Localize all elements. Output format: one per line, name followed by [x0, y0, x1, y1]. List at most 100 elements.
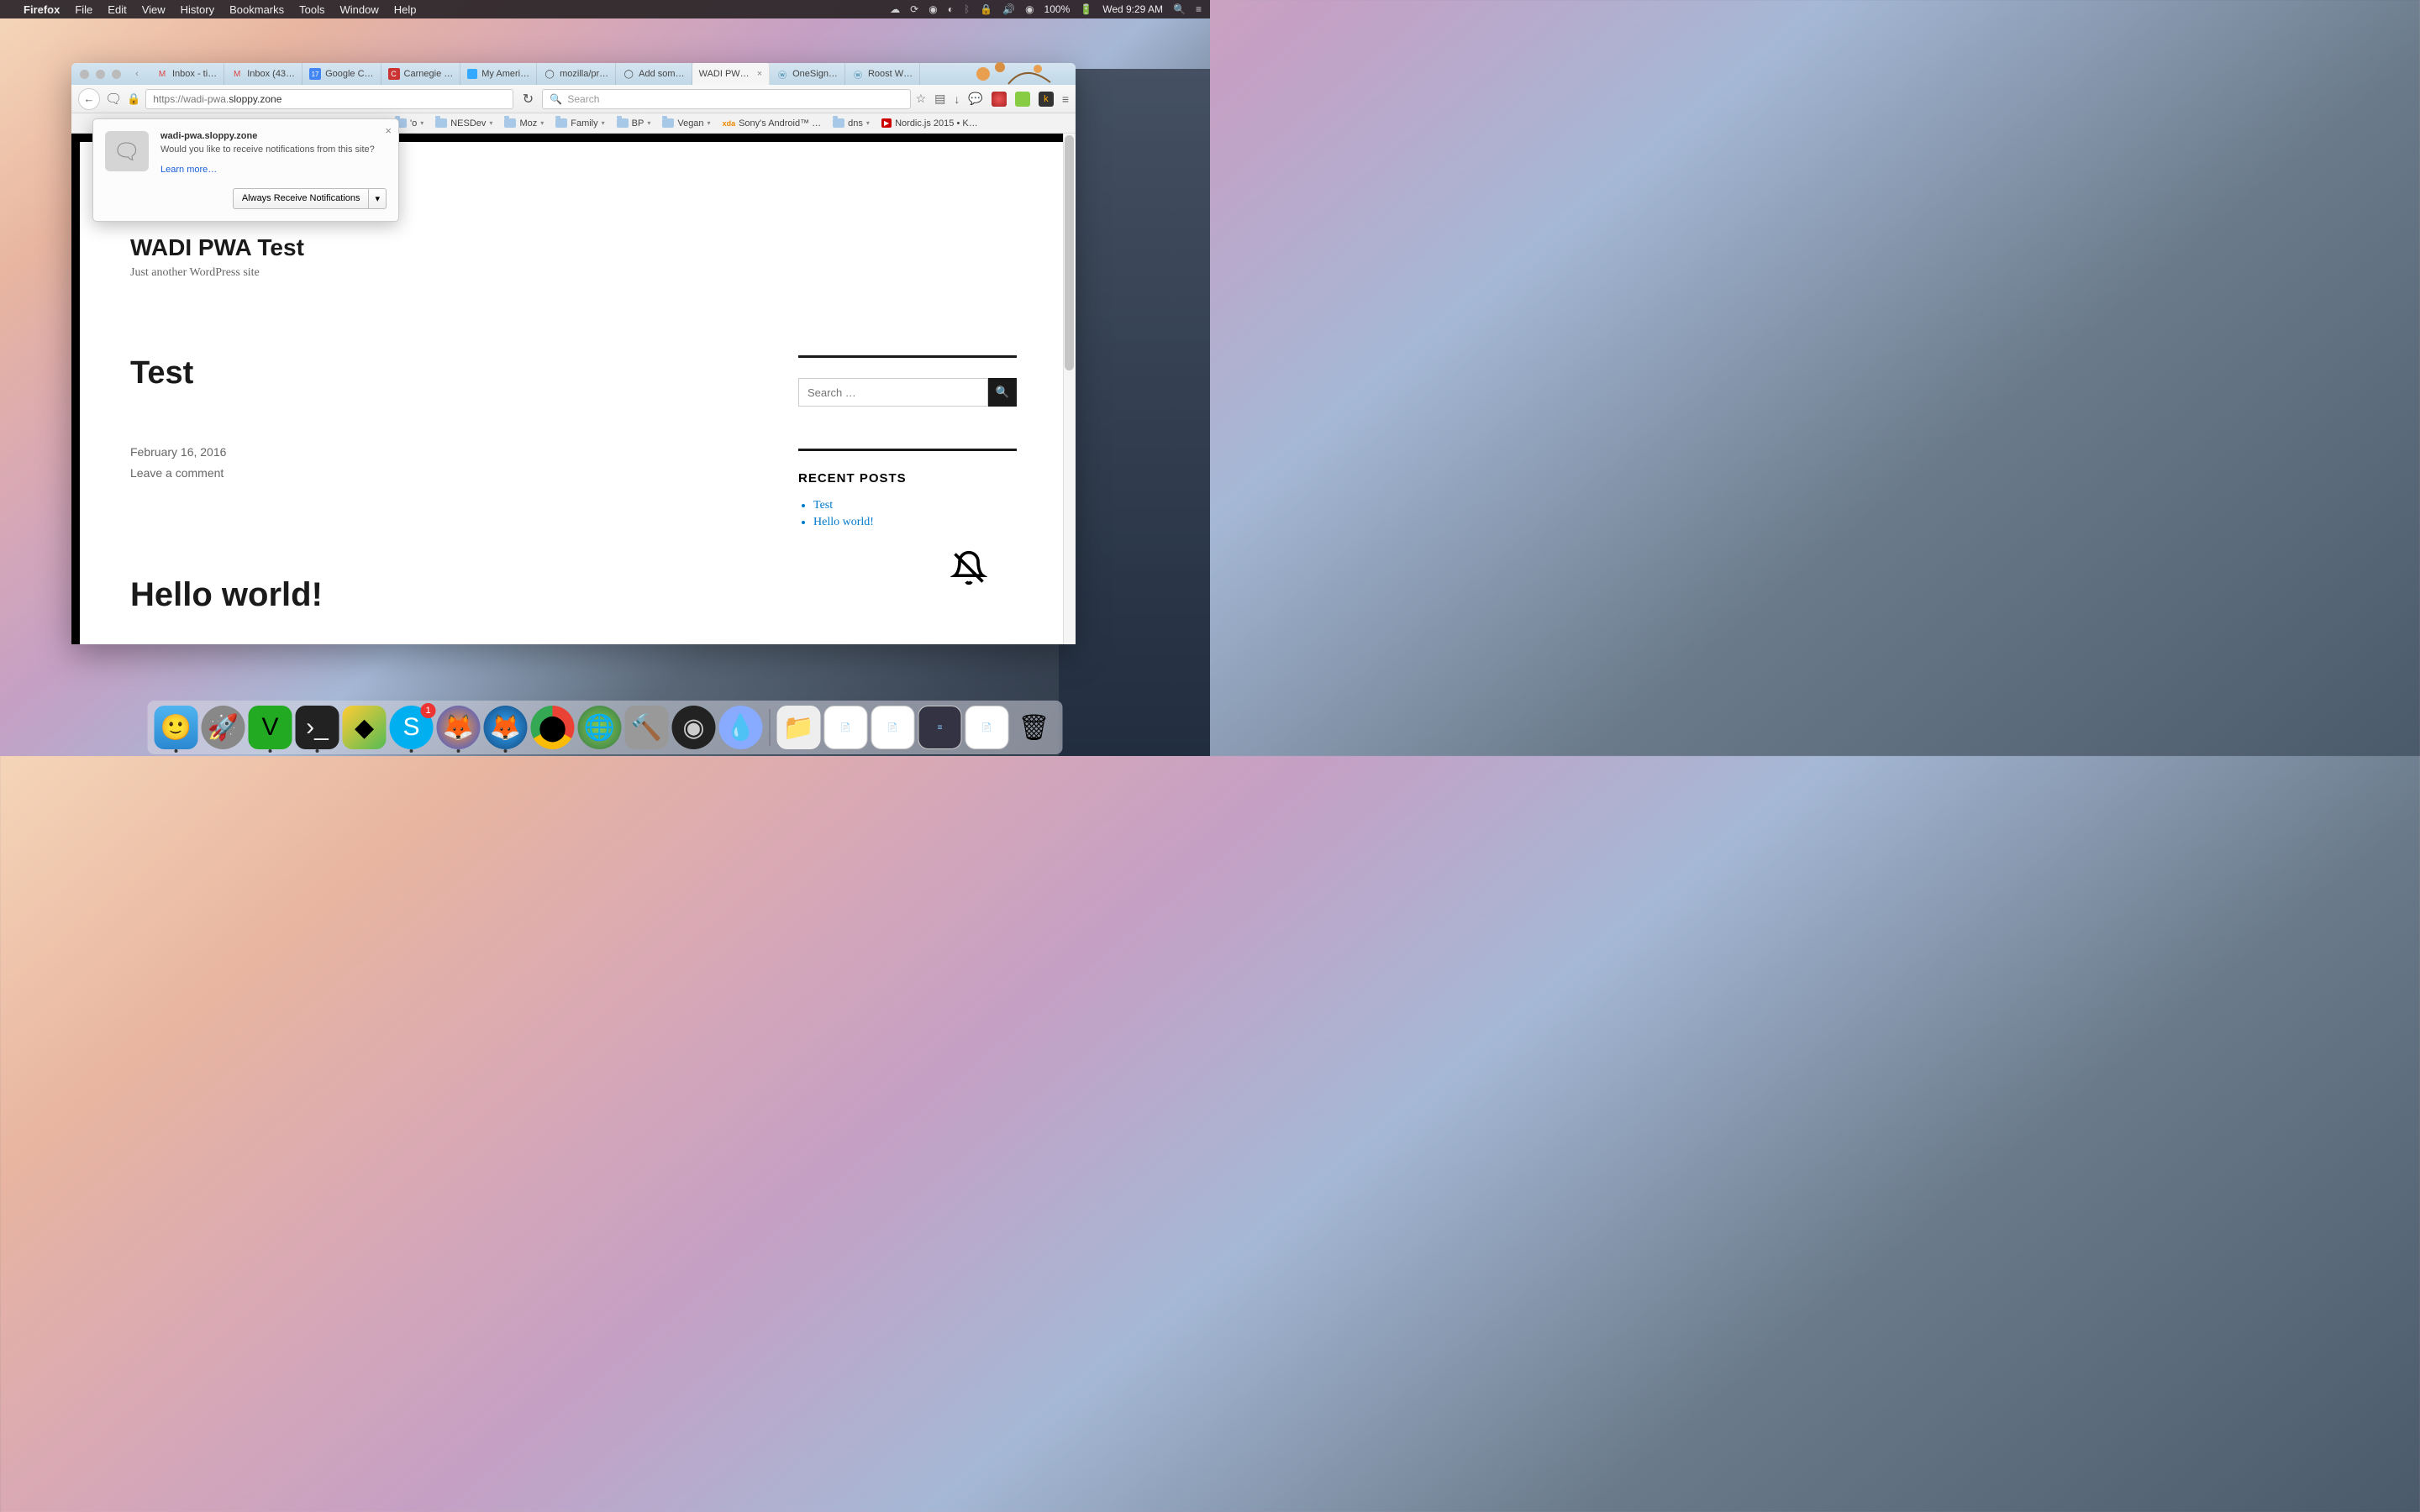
dock-skype[interactable]: S1: [390, 706, 434, 749]
tab-ameri[interactable]: My Ameri…: [460, 63, 537, 85]
tab-mozilla[interactable]: ◯mozilla/pr…: [537, 63, 616, 85]
battery-percent[interactable]: 100%: [1044, 3, 1071, 15]
bookmark-folder[interactable]: BP▾: [617, 118, 651, 129]
notification-learn-more-link[interactable]: Learn more…: [160, 165, 217, 175]
tab-wadi-pwa[interactable]: WADI PW…×: [692, 63, 771, 85]
sync-icon[interactable]: ◉: [929, 3, 937, 15]
menu-history[interactable]: History: [181, 3, 214, 16]
chevron-down-icon: ▾: [866, 119, 870, 127]
url-prefix: https://wadi-pwa.: [153, 93, 229, 105]
bookmark-folder[interactable]: Moz▾: [504, 118, 544, 129]
backup-icon[interactable]: ◐: [948, 3, 954, 15]
menu-bookmarks[interactable]: Bookmarks: [229, 3, 284, 16]
scrollbar-track[interactable]: [1063, 134, 1076, 644]
dock-doc-2[interactable]: 📄: [871, 706, 915, 749]
dock-doc-1[interactable]: 📄: [824, 706, 868, 749]
dock-firefox[interactable]: 🦊: [437, 706, 481, 749]
bookmark-xda[interactable]: xdaSony's Android™ …: [723, 118, 822, 129]
volume-icon[interactable]: 🔊: [1002, 3, 1015, 15]
recent-post-link[interactable]: Hello world!: [813, 516, 1017, 529]
sidebar-search-input[interactable]: [798, 378, 988, 407]
tab-label: Google C…: [325, 69, 373, 79]
zoom-window-icon[interactable]: [112, 70, 121, 79]
cloud-icon[interactable]: ☁: [890, 3, 900, 15]
always-receive-button[interactable]: Always Receive Notifications: [233, 188, 369, 209]
tab-inbox-1[interactable]: MInbox - ti…: [150, 63, 224, 85]
bookmark-folder[interactable]: NESDev▾: [435, 118, 492, 129]
comment-ext-icon[interactable]: 💬: [968, 92, 982, 106]
dock-vim[interactable]: V: [249, 706, 292, 749]
bookmark-folder[interactable]: dns▾: [833, 118, 870, 129]
reader-icon[interactable]: ▤: [934, 92, 945, 106]
post-comment-link[interactable]: Leave a comment: [130, 463, 731, 484]
search-bar[interactable]: 🔍 Search: [542, 89, 910, 109]
menu-file[interactable]: File: [75, 3, 92, 16]
bluetooth-icon[interactable]: ᛒ: [964, 3, 970, 15]
scrollbar-thumb[interactable]: [1065, 135, 1074, 370]
bookmark-folder[interactable]: 'o▾: [395, 118, 424, 129]
tab-onesign[interactable]: ⓦOneSign…: [770, 63, 845, 85]
menu-window[interactable]: Window: [340, 3, 379, 16]
ext-k-icon[interactable]: k: [1039, 92, 1054, 107]
post-date[interactable]: February 16, 2016: [130, 442, 731, 463]
minimize-window-icon[interactable]: [96, 70, 105, 79]
tab-scroll-left-icon[interactable]: ‹: [129, 66, 145, 81]
dock-trash[interactable]: 🗑: [1013, 706, 1056, 749]
sidebar-search: 🔍: [798, 378, 1017, 407]
dock-drop[interactable]: 💧: [719, 706, 763, 749]
back-button[interactable]: ←: [78, 88, 100, 110]
window-traffic-lights[interactable]: [71, 70, 129, 79]
battery-icon[interactable]: 🔋: [1080, 3, 1092, 15]
bookmark-star-icon[interactable]: ☆: [916, 92, 927, 106]
notification-options-dropdown[interactable]: ▾: [368, 188, 387, 209]
bookmark-folder[interactable]: Family▾: [555, 118, 604, 129]
url-bar[interactable]: https://wadi-pwa.sloppy.zone: [145, 89, 513, 109]
dock-terminal[interactable]: ›_: [296, 706, 339, 749]
dock-chrome[interactable]: ⬤: [531, 706, 575, 749]
bookmark-youtube[interactable]: ▶Nordic.js 2015 • K…: [881, 118, 978, 129]
spotlight-icon[interactable]: 🔍: [1173, 3, 1186, 15]
menubar-app-name[interactable]: Firefox: [24, 3, 60, 16]
dock-xcode[interactable]: 🔨: [625, 706, 669, 749]
dock-doc-4[interactable]: 📄: [965, 706, 1009, 749]
popup-close-icon[interactable]: ×: [385, 124, 392, 137]
tab-roost[interactable]: ⓦRoost W…: [845, 63, 920, 85]
notification-center-icon[interactable]: ≡: [1196, 3, 1202, 15]
menu-view[interactable]: View: [142, 3, 166, 16]
permission-indicator-icon[interactable]: 🗨: [105, 91, 122, 108]
reload-button[interactable]: ↻: [518, 91, 537, 108]
dock-doc-3[interactable]: ≡: [918, 706, 962, 749]
menu-edit[interactable]: Edit: [108, 3, 126, 16]
tab-gcal[interactable]: 17Google C…: [302, 63, 381, 85]
bookmark-folder[interactable]: Vegan▾: [662, 118, 710, 129]
menu-help[interactable]: Help: [394, 3, 417, 16]
wifi-icon[interactable]: ◉: [1025, 3, 1034, 15]
menubar-clock[interactable]: Wed 9:29 AM: [1102, 3, 1163, 15]
mute-bell-icon[interactable]: [950, 549, 987, 586]
sidebar-search-button[interactable]: 🔍: [988, 378, 1017, 407]
updates-icon[interactable]: ⟳: [910, 3, 918, 15]
downloads-icon[interactable]: ↓: [954, 92, 960, 106]
tab-add-some[interactable]: ◯Add som…: [616, 63, 692, 85]
ext-green-icon[interactable]: [1015, 92, 1030, 107]
dock-steam[interactable]: ◉: [672, 706, 716, 749]
post-title[interactable]: Hello world!: [130, 576, 731, 614]
ext-red-icon[interactable]: [992, 92, 1007, 107]
tab-close-icon[interactable]: ×: [757, 69, 762, 79]
dock-launchpad[interactable]: 🚀: [202, 706, 245, 749]
dock-app-yellow[interactable]: ◆: [343, 706, 387, 749]
dock-downloads[interactable]: 📁: [777, 706, 821, 749]
hamburger-menu-icon[interactable]: ≡: [1062, 92, 1069, 106]
dock-finder[interactable]: 🙂: [155, 706, 198, 749]
recent-post-link[interactable]: Test: [813, 499, 1017, 512]
site-title[interactable]: WADI PWA Test: [130, 234, 1017, 261]
dock-firefox-dev[interactable]: 🦊: [484, 706, 528, 749]
close-window-icon[interactable]: [80, 70, 89, 79]
dock-globe-app[interactable]: 🌐: [578, 706, 622, 749]
lock-icon[interactable]: 🔒: [980, 3, 992, 15]
post-title[interactable]: Test: [130, 355, 731, 391]
tab-carnegie[interactable]: CCarnegie …: [381, 63, 461, 85]
tab-inbox-2[interactable]: MInbox (43…: [224, 63, 302, 85]
lock-icon[interactable]: 🔒: [127, 92, 140, 106]
menu-tools[interactable]: Tools: [299, 3, 324, 16]
